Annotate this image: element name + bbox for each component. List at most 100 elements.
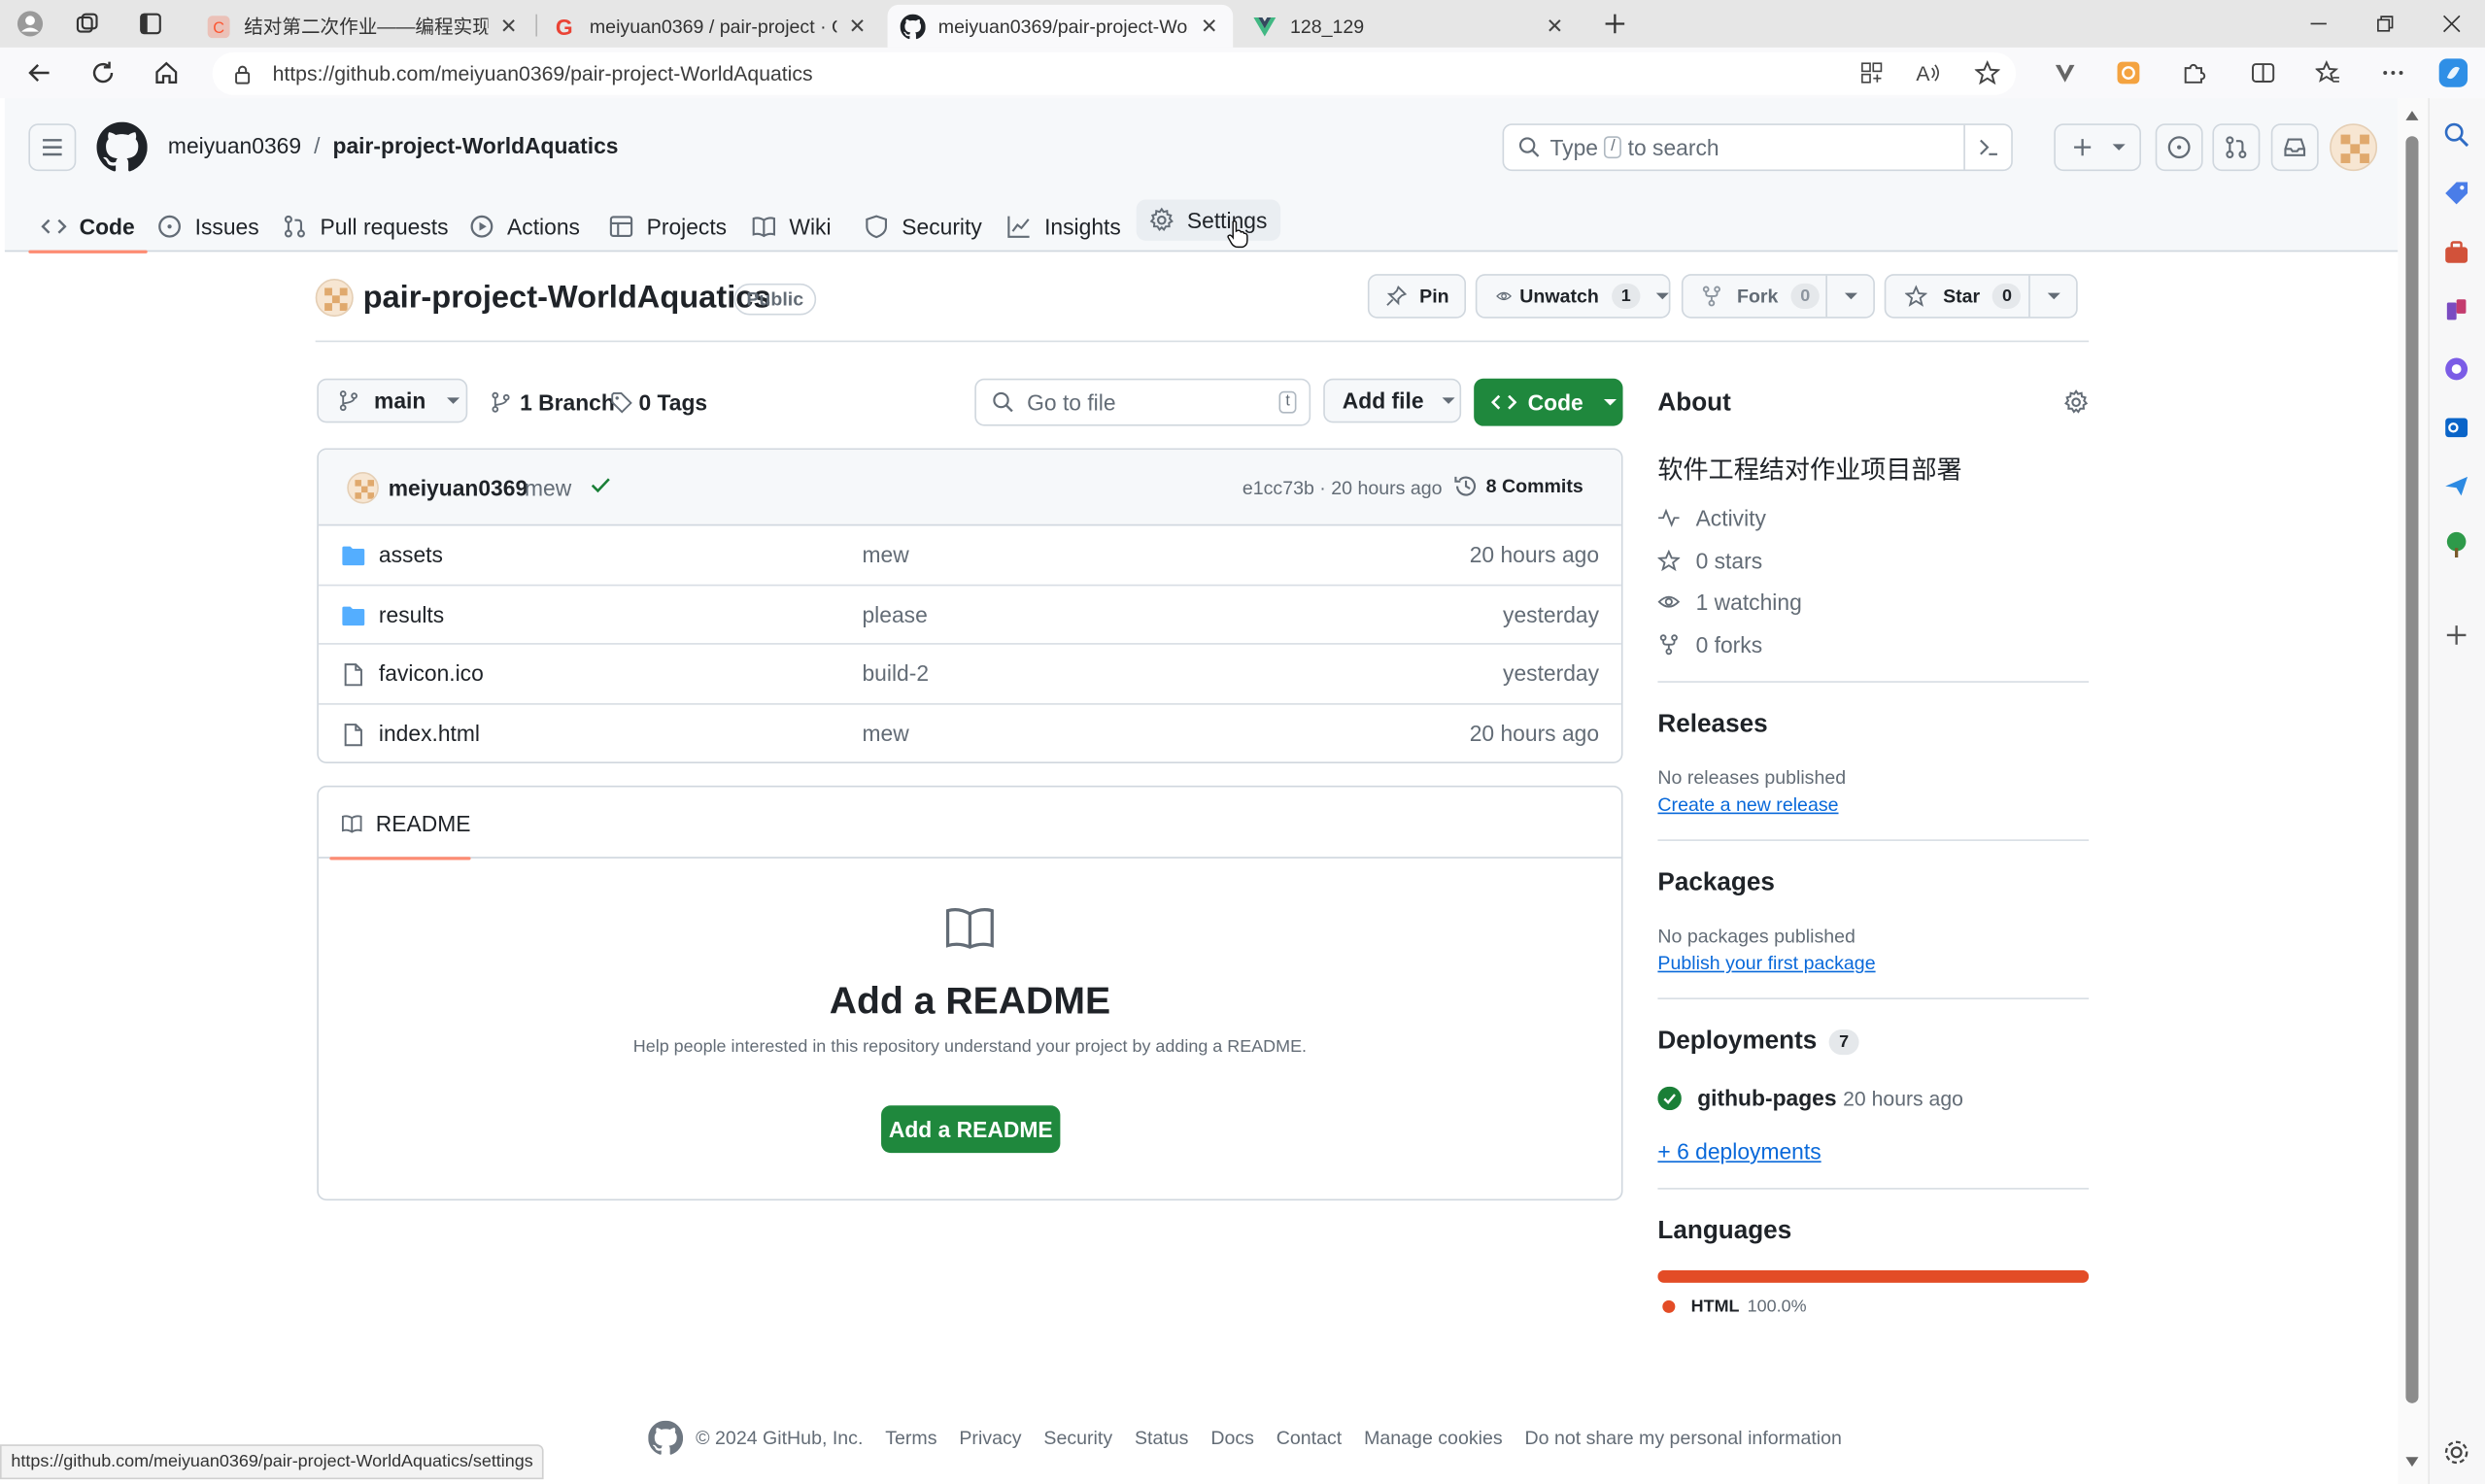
address-bar[interactable]: https://github.com/meiyuan0369/pair-proj… <box>212 51 2017 95</box>
file-row[interactable]: index.html mew 20 hours ago <box>319 704 1621 762</box>
more-deployments-link[interactable]: + 6 deployments <box>1657 1139 1821 1164</box>
footer-link-terms[interactable]: Terms <box>885 1427 936 1449</box>
scrollbar-thumb[interactable] <box>2405 136 2419 1403</box>
close-icon[interactable]: ✕ <box>497 14 520 39</box>
tab-settings[interactable]: Settings <box>1136 199 1280 241</box>
publish-package-link[interactable]: Publish your first package <box>1657 952 1875 974</box>
file-row[interactable]: favicon.ico build-2 yesterday <box>318 645 1621 704</box>
tab-code[interactable]: Code <box>28 199 148 253</box>
tags-link[interactable]: 0 Tags <box>610 389 707 415</box>
repo-owner-avatar[interactable] <box>315 279 354 318</box>
close-icon[interactable]: ✕ <box>1198 14 1220 39</box>
pin-button[interactable]: Pin <box>1367 274 1467 319</box>
commit-message[interactable]: mew <box>525 475 571 500</box>
extensions-puzzle-icon[interactable] <box>2173 52 2214 93</box>
tab-actions-icon[interactable] <box>130 3 171 44</box>
github-mark-icon[interactable] <box>648 1420 684 1456</box>
inbox-button[interactable] <box>2270 123 2319 172</box>
file-row[interactable]: assets mew 20 hours ago <box>318 525 1621 586</box>
close-icon[interactable]: ✕ <box>846 14 868 39</box>
watching-link[interactable]: 1 watching <box>1657 590 1802 615</box>
scroll-up-icon[interactable] <box>2405 111 2419 120</box>
footer-link-do-not-share[interactable]: Do not share my personal information <box>1524 1427 1841 1449</box>
scroll-down-icon[interactable] <box>2405 1457 2419 1467</box>
github-logo-icon[interactable] <box>96 121 148 173</box>
sidebar-games-icon[interactable] <box>2442 296 2470 324</box>
footer-link-cookies[interactable]: Manage cookies <box>1364 1427 1503 1449</box>
breadcrumb-owner[interactable]: meiyuan0369 <box>168 133 301 158</box>
close-icon[interactable]: ✕ <box>1544 14 1566 39</box>
deployment-item[interactable]: github-pages 20 hours ago <box>1657 1085 1963 1110</box>
code-dropdown-button[interactable]: Code <box>1474 378 1623 426</box>
tab-issues[interactable]: Issues <box>144 199 271 252</box>
issues-button[interactable] <box>2155 123 2203 172</box>
create-new-button[interactable] <box>2054 123 2141 172</box>
copilot-icon[interactable] <box>2433 52 2473 93</box>
tab-actions[interactable]: Actions <box>457 199 593 252</box>
deployments-heading[interactable]: Deployments 7 <box>1657 1028 1858 1056</box>
new-tab-button[interactable] <box>1594 3 1635 44</box>
go-to-file-input[interactable]: Go to file t <box>974 378 1311 426</box>
file-commit-message[interactable]: please <box>862 601 927 626</box>
sidebar-m365-icon[interactable] <box>2442 354 2470 383</box>
releases-heading[interactable]: Releases <box>1657 711 1767 739</box>
minimize-icon[interactable] <box>2298 3 2339 44</box>
packages-heading[interactable]: Packages <box>1657 869 1774 897</box>
footer-link-docs[interactable]: Docs <box>1210 1427 1254 1449</box>
check-icon[interactable] <box>590 474 612 496</box>
refresh-icon[interactable] <box>83 52 123 93</box>
browser-tab-2[interactable]: G meiyuan0369 / pair-project · Git ✕ <box>539 5 881 48</box>
forks-link[interactable]: 0 forks <box>1657 632 1762 658</box>
app-available-icon[interactable] <box>1851 52 1891 93</box>
workspaces-icon[interactable] <box>67 3 108 44</box>
window-close-icon[interactable] <box>2432 3 2472 44</box>
pull-requests-button[interactable] <box>2212 123 2261 172</box>
browser-tab-1[interactable]: C 结对第二次作业——编程实现-CS ✕ <box>193 5 532 48</box>
profile-icon[interactable] <box>10 3 51 44</box>
add-file-button[interactable]: Add file <box>1323 378 1462 423</box>
file-name[interactable]: assets <box>379 542 443 567</box>
stars-link[interactable]: 0 stars <box>1657 548 1762 573</box>
sidebar-send-icon[interactable] <box>2442 472 2470 500</box>
footer-link-privacy[interactable]: Privacy <box>959 1427 1021 1449</box>
commit-author-avatar[interactable] <box>347 471 379 504</box>
page-scrollbar[interactable] <box>2398 98 2429 1484</box>
back-icon[interactable] <box>19 52 60 93</box>
avatar[interactable] <box>2330 123 2378 172</box>
footer-link-security[interactable]: Security <box>1043 1427 1112 1449</box>
browser-tab-3-active[interactable]: meiyuan0369/pair-project-World ✕ <box>887 4 1234 48</box>
commit-author[interactable]: meiyuan0369 <box>389 475 528 500</box>
sidebar-tree-icon[interactable] <box>2442 530 2470 558</box>
file-name[interactable]: index.html <box>379 720 480 745</box>
favorites-icon[interactable] <box>2307 52 2348 93</box>
sidebar-add-icon[interactable] <box>2442 621 2470 649</box>
file-commit-message[interactable]: mew <box>862 542 908 567</box>
commits-link[interactable]: 8 Commits <box>1452 474 1583 499</box>
sidebar-tools-icon[interactable] <box>2442 238 2470 266</box>
sidebar-settings-icon[interactable] <box>2442 1438 2470 1467</box>
unwatch-button[interactable]: Unwatch 1 <box>1475 274 1671 319</box>
footer-link-contact[interactable]: Contact <box>1277 1427 1342 1449</box>
file-name[interactable]: favicon.ico <box>379 660 484 686</box>
sidebar-search-icon[interactable] <box>2442 120 2470 149</box>
create-release-link[interactable]: Create a new release <box>1657 793 1838 816</box>
menu-button[interactable] <box>28 123 77 172</box>
activity-link[interactable]: Activity <box>1657 505 1766 530</box>
readme-tab[interactable]: README <box>329 787 471 860</box>
language-item[interactable]: HTML 100.0% <box>1662 1298 1807 1316</box>
footer-link-status[interactable]: Status <box>1135 1427 1189 1449</box>
restore-icon[interactable] <box>2365 3 2405 44</box>
more-options-icon[interactable] <box>2372 52 2413 93</box>
branches-link[interactable]: 1 Branch <box>490 389 615 415</box>
home-icon[interactable] <box>146 52 187 93</box>
tab-security[interactable]: Security <box>851 199 995 252</box>
split-screen-icon[interactable] <box>2242 52 2283 93</box>
search-input[interactable]: Type / to search <box>1502 123 2013 172</box>
branch-selector[interactable]: main <box>317 378 468 423</box>
tab-pull-requests[interactable]: Pull requests <box>269 199 460 252</box>
gear-icon[interactable] <box>2063 389 2089 415</box>
star-button[interactable]: Star 0 <box>1884 274 2078 319</box>
command-palette-icon[interactable] <box>1963 124 2011 170</box>
repo-title[interactable]: pair-project-WorldAquatics <box>363 281 771 318</box>
sidebar-outlook-icon[interactable] <box>2442 414 2470 442</box>
